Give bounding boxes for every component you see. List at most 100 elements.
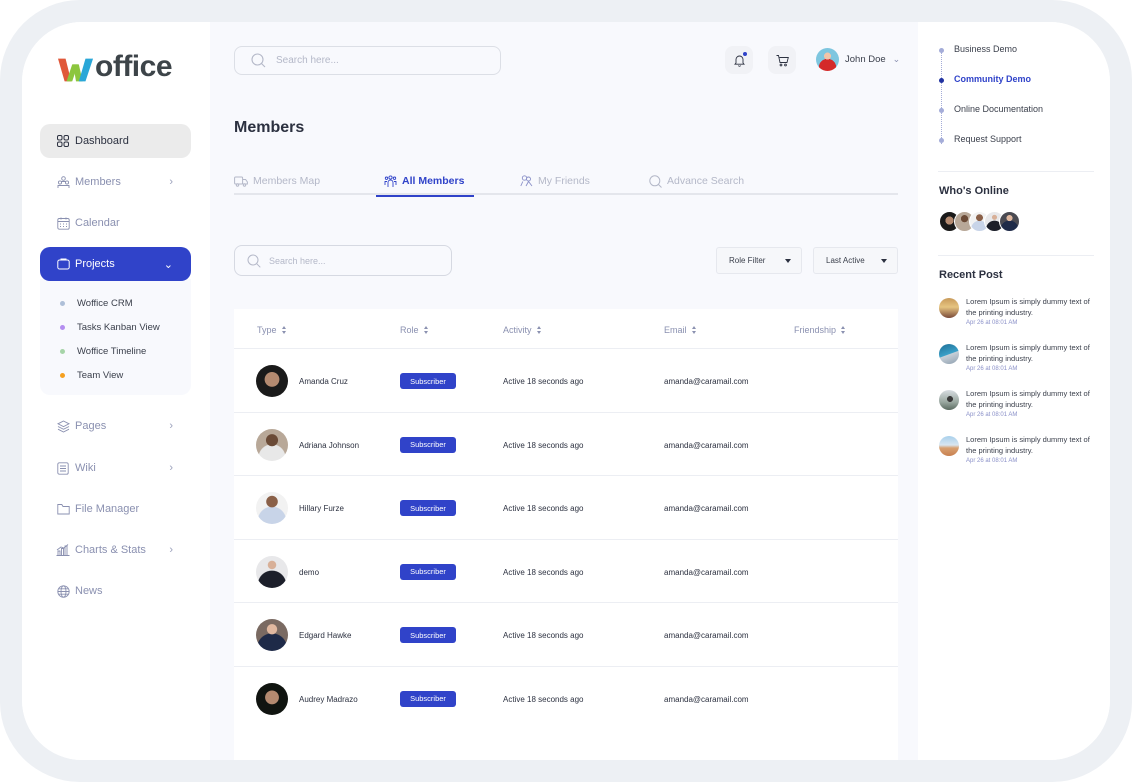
- notification-badge: [743, 52, 747, 56]
- online-user-avatar[interactable]: [999, 211, 1020, 232]
- link-online-documentation[interactable]: Online Documentation: [938, 104, 1043, 134]
- member-avatar[interactable]: [256, 365, 288, 397]
- bullet-dot-icon: [60, 348, 65, 354]
- tab-advance-search[interactable]: Advance Search: [649, 167, 744, 195]
- tab-my-friends[interactable]: My Friends: [520, 167, 590, 195]
- table-row[interactable]: Edgard Hawke Subscriber Active 18 second…: [234, 603, 898, 667]
- submenu-item-woffice-crm[interactable]: Woffice CRM: [40, 291, 191, 315]
- member-avatar[interactable]: [256, 428, 288, 461]
- column-header-activity[interactable]: Activity: [503, 325, 542, 335]
- tab-all-members[interactable]: All Members: [375, 167, 475, 197]
- bar-chart-icon: [56, 543, 70, 557]
- submenu-item-team-view[interactable]: Team View: [40, 363, 191, 387]
- search-placeholder: Search here...: [269, 255, 326, 266]
- link-label: Community Demo: [954, 74, 1032, 84]
- bullet-dot-icon: [939, 138, 944, 143]
- table-row[interactable]: Adriana Johnson Subscriber Active 18 sec…: [234, 413, 898, 476]
- member-activity: Active 18 seconds ago: [503, 377, 584, 386]
- chevron-right-icon: ›: [169, 420, 173, 432]
- global-search-input[interactable]: Search here...: [234, 46, 501, 75]
- column-header-email[interactable]: Email: [664, 325, 697, 335]
- link-community-demo[interactable]: Community Demo: [938, 74, 1043, 104]
- member-avatar[interactable]: [256, 555, 288, 588]
- bullet-dot-icon: [60, 372, 65, 378]
- bullet-dot-icon: [939, 48, 944, 53]
- member-name[interactable]: Hillary Furze: [299, 504, 344, 513]
- logo-text: office: [95, 50, 173, 83]
- role-filter-dropdown[interactable]: Role Filter: [716, 247, 802, 274]
- submenu-item-tasks-kanban[interactable]: Tasks Kanban View: [40, 315, 191, 339]
- bullet-dot-icon: [939, 78, 944, 83]
- search-placeholder: Search here...: [276, 55, 339, 66]
- woffice-logo[interactable]: office: [58, 50, 173, 84]
- post-date: Apr 26 at 08:01 AM: [966, 320, 1018, 326]
- column-label: Activity: [503, 325, 532, 335]
- user-avatar: [816, 48, 839, 71]
- layers-icon: [56, 419, 70, 433]
- table-row[interactable]: demo Subscriber Active 18 seconds ago am…: [234, 540, 898, 603]
- sidebar-item-pages[interactable]: Pages ›: [40, 409, 191, 443]
- link-business-demo[interactable]: Business Demo: [938, 44, 1043, 74]
- main-content: Search here... John Doe ⌄ Members Member…: [210, 22, 918, 760]
- tab-label: All Members: [402, 175, 465, 187]
- post-item[interactable]: Lorem Ipsum is simply dummy text of the …: [939, 342, 1096, 388]
- sidebar-item-projects[interactable]: Projects ⌄: [40, 247, 191, 281]
- notifications-button[interactable]: [725, 46, 753, 74]
- column-header-friendship[interactable]: Friendship: [794, 325, 846, 335]
- post-item[interactable]: Lorem Ipsum is simply dummy text of the …: [939, 388, 1096, 434]
- app-screen: office Dashboard Members › Calendar Proj…: [22, 22, 1110, 760]
- sort-dropdown[interactable]: Last Active: [813, 247, 898, 274]
- submenu-item-woffice-timeline[interactable]: Woffice Timeline: [40, 339, 191, 363]
- post-item[interactable]: Lorem Ipsum is simply dummy text of the …: [939, 434, 1096, 480]
- member-avatar[interactable]: [256, 492, 288, 524]
- members-search-input[interactable]: Search here...: [234, 245, 452, 276]
- member-name[interactable]: Amanda Cruz: [299, 377, 348, 386]
- member-email: amanda@caramail.com: [664, 567, 749, 577]
- sidebar-item-file-manager[interactable]: File Manager: [40, 492, 191, 526]
- role-badge: Subscriber: [400, 436, 456, 453]
- table-row[interactable]: Hillary Furze Subscriber Active 18 secon…: [234, 476, 898, 540]
- link-request-support[interactable]: Request Support: [938, 134, 1043, 164]
- sidebar-item-charts-stats[interactable]: Charts & Stats ›: [40, 533, 191, 567]
- post-thumbnail: [939, 344, 959, 364]
- member-name[interactable]: demo: [299, 568, 319, 577]
- chevron-right-icon: ›: [169, 462, 173, 474]
- sort-icon: [536, 326, 542, 334]
- search-icon: [649, 174, 662, 188]
- sidebar-item-label: Wiki: [75, 462, 96, 474]
- friends-icon: [520, 175, 533, 187]
- sidebar-item-news[interactable]: News: [40, 574, 191, 608]
- sidebar-item-members[interactable]: Members ›: [40, 165, 191, 199]
- submenu-label: Tasks Kanban View: [77, 321, 160, 333]
- grid-icon: [56, 134, 70, 148]
- role-badge: Subscriber: [400, 373, 456, 389]
- table-row[interactable]: Amanda Cruz Subscriber Active 18 seconds…: [234, 349, 898, 413]
- column-header-role[interactable]: Role: [400, 325, 429, 335]
- column-header-type[interactable]: Type: [257, 325, 287, 335]
- sidebar-item-wiki[interactable]: Wiki ›: [40, 451, 191, 485]
- sidebar-item-calendar[interactable]: Calendar: [40, 206, 191, 240]
- post-text: Lorem Ipsum is simply dummy text of the …: [966, 297, 1090, 317]
- role-badge: Subscriber: [400, 627, 456, 643]
- submenu-label: Woffice Timeline: [77, 345, 147, 357]
- member-name[interactable]: Audrey Madrazo: [299, 695, 358, 704]
- link-label: Online Documentation: [954, 104, 1044, 114]
- user-menu[interactable]: John Doe ⌄: [816, 48, 900, 71]
- tab-members-map[interactable]: Members Map: [234, 167, 320, 195]
- member-name[interactable]: Edgard Hawke: [299, 631, 351, 640]
- member-email: amanda@caramail.com: [664, 440, 749, 450]
- sort-icon: [691, 326, 697, 334]
- post-text: Lorem Ipsum is simply dummy text of the …: [966, 435, 1090, 455]
- sidebar-item-label: Members: [75, 176, 121, 188]
- cart-button[interactable]: [768, 46, 796, 74]
- member-avatar[interactable]: [256, 619, 288, 651]
- sidebar-item-label: Dashboard: [75, 135, 129, 147]
- member-name[interactable]: Adriana Johnson: [299, 441, 359, 450]
- table-row[interactable]: Audrey Madrazo Subscriber Active 18 seco…: [234, 667, 898, 731]
- member-avatar[interactable]: [256, 682, 288, 715]
- sidebar-item-label: Projects: [75, 258, 115, 270]
- sort-icon: [281, 326, 287, 334]
- sidebar-item-dashboard[interactable]: Dashboard: [40, 124, 191, 158]
- post-item[interactable]: Lorem Ipsum is simply dummy text of the …: [939, 296, 1096, 342]
- role-badge: Subscriber: [400, 563, 456, 580]
